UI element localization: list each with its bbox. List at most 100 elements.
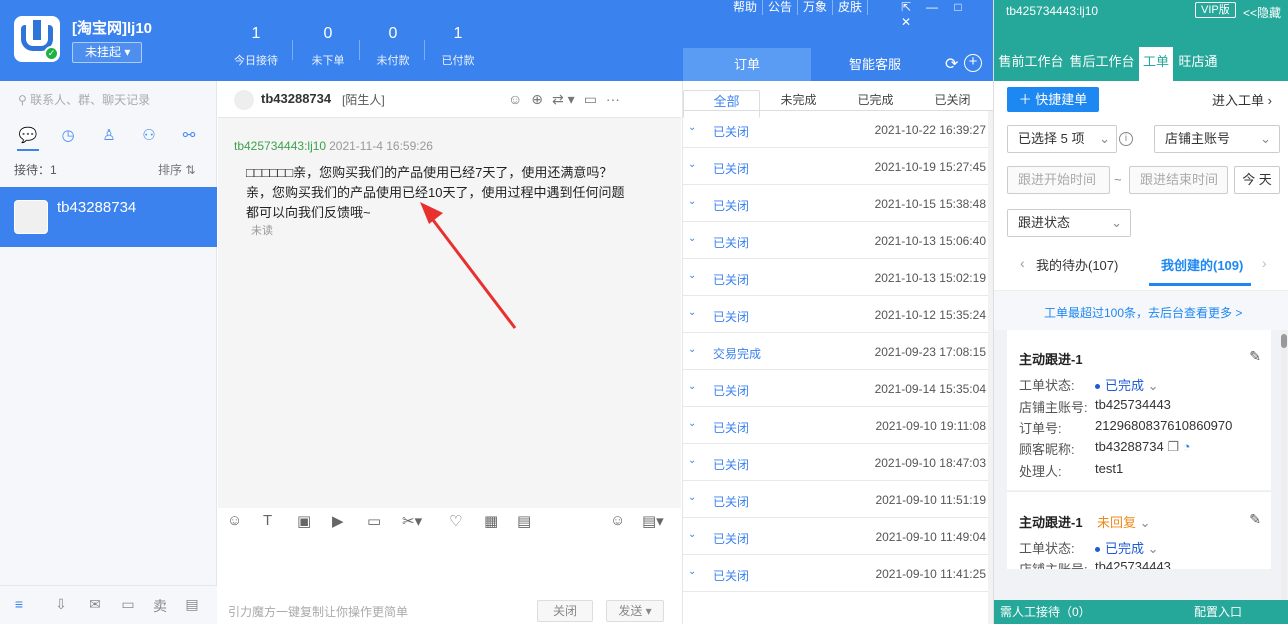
edit-icon[interactable]: ✎	[1249, 348, 1261, 365]
close-button[interactable]: 关闭	[537, 600, 593, 622]
reply-status[interactable]: 未回复 ⌄	[1097, 512, 1151, 531]
scrollbar[interactable]	[1281, 330, 1287, 600]
chevron-down-icon[interactable]: ⌄	[688, 270, 696, 281]
skin-link[interactable]: 皮肤	[833, 0, 869, 15]
emoji-icon[interactable]: ☺	[227, 512, 242, 529]
order-row[interactable]: ⌄ 已关闭 2021-10-19 15:27:45	[683, 148, 988, 185]
scrollbar-thumb[interactable]	[1281, 334, 1287, 348]
tab-presale[interactable]: 售前工作台	[998, 47, 1064, 81]
chevron-right-icon[interactable]: ›	[1262, 255, 1267, 271]
send-button[interactable]: 发送 ▾	[606, 600, 664, 622]
tab-aftersale[interactable]: 售后工作台	[1068, 47, 1136, 81]
order-row[interactable]: ⌄ 已关闭 2021-10-22 16:39:27	[683, 111, 988, 148]
tab-closed[interactable]: 已关闭	[914, 90, 991, 111]
enter-workorder-link[interactable]: 进入工单 ›	[1212, 90, 1272, 109]
chevron-down-icon[interactable]: ⌄	[688, 196, 696, 207]
tab-my-todo[interactable]: 我的待办(107)	[1036, 255, 1118, 274]
org-tree-icon[interactable]: ⚯	[178, 126, 200, 146]
view-more-link[interactable]: 工单最超过100条，去后台查看更多 >	[1044, 304, 1242, 321]
font-icon[interactable]: T	[263, 512, 272, 529]
order-row[interactable]: ⌄ 已关闭 2021-09-14 15:35:04	[683, 370, 988, 407]
tab-unfinished[interactable]: 未完成	[760, 90, 837, 111]
menu-icon[interactable]: ≡	[9, 596, 29, 616]
stat-not-ordered[interactable]: 0 未下单	[296, 25, 360, 68]
wanxiang-link[interactable]: 万象	[798, 0, 834, 15]
today-button[interactable]: 今 天	[1234, 166, 1280, 194]
order-row[interactable]: ⌄ 已关闭 2021-10-13 15:06:40	[683, 222, 988, 259]
tab-orders[interactable]: 订单	[683, 48, 811, 81]
contact-item-active[interactable]: tb43288734	[0, 187, 217, 247]
notice-link[interactable]: 公告	[763, 0, 799, 15]
order-row[interactable]: ⌄ 已关闭 2021-10-12 15:35:24	[683, 296, 988, 333]
chevron-down-icon[interactable]: ⌄	[688, 344, 696, 355]
scissors-icon[interactable]: ✂▾	[402, 512, 422, 530]
chevron-down-icon[interactable]: ⌄	[688, 492, 696, 503]
pin-icon[interactable]: ⇱	[893, 0, 919, 15]
folder-icon[interactable]: ▭	[367, 512, 381, 530]
add-contact-icon[interactable]: ⊕	[531, 91, 543, 108]
transfer-icon[interactable]: ⇄ ▾	[552, 91, 575, 108]
config-entry[interactable]: 配置入口	[1194, 600, 1242, 624]
person-icon[interactable]: ♙	[98, 126, 120, 146]
chat-icon[interactable]: ◔	[1179, 439, 1191, 454]
tab-my-created[interactable]: 我创建的(109)	[1161, 255, 1243, 274]
start-time-input[interactable]: 跟进开始时间	[1007, 166, 1110, 194]
coupon-icon[interactable]: ▤	[517, 512, 531, 530]
tab-workorder[interactable]: 工单	[1139, 47, 1173, 81]
follow-status-dropdown[interactable]: 跟进状态 ⌄	[1007, 209, 1131, 237]
chevron-down-icon[interactable]: ⌄	[688, 455, 696, 466]
group-icon[interactable]: ⚇	[138, 126, 160, 146]
order-row[interactable]: ⌄ 已关闭 2021-09-10 11:41:25	[683, 555, 988, 592]
quick-create-button[interactable]: ＋ 快捷建单	[1007, 87, 1099, 112]
maximize-icon[interactable]: □	[945, 0, 971, 15]
workorder-card[interactable]: 主动跟进-1 未回复 ⌄ ✎ 工单状态: 已完成 ⌄ 店铺主账号: tb4257…	[1007, 491, 1271, 569]
end-time-input[interactable]: 跟进结束时间	[1129, 166, 1228, 194]
stat-unpaid[interactable]: 0 未付款	[361, 25, 425, 68]
heart-icon[interactable]: ♡	[449, 512, 462, 530]
order-row[interactable]: ⌄ 已关闭 2021-09-10 18:47:03	[683, 444, 988, 481]
workorder-card[interactable]: 主动跟进-1 ✎ 工单状态: 已完成 ⌄ 店铺主账号: tb425734443 …	[1007, 330, 1271, 490]
window-icon[interactable]: ▭	[118, 596, 138, 616]
edit-icon[interactable]: ✎	[1249, 511, 1261, 528]
clock-icon[interactable]: ◷	[57, 126, 79, 146]
quick-reply-icon[interactable]: ☺	[610, 512, 625, 529]
manual-queue[interactable]: 需人工接待（0）	[1000, 600, 1091, 624]
contact-search[interactable]: ⚲ 联系人、群、聊天记录	[18, 91, 198, 109]
chevron-down-icon[interactable]: ⌄	[688, 418, 696, 429]
refresh-icon[interactable]: ⟳	[945, 54, 958, 74]
message-input[interactable]	[218, 538, 681, 598]
tip-text[interactable]: 引力魔方一键复制让你操作更简单	[228, 603, 408, 620]
help-link[interactable]: 帮助	[728, 0, 764, 15]
image-icon[interactable]: ▣	[297, 512, 311, 530]
order-row[interactable]: ⌄ 交易完成 2021-09-23 17:08:15	[683, 333, 988, 370]
panel-icon[interactable]: ▤	[182, 596, 202, 616]
sell-icon[interactable]: 卖	[150, 596, 170, 616]
tab-finished[interactable]: 已完成	[837, 90, 914, 111]
status-dropdown[interactable]: 未挂起 ▾	[72, 42, 142, 63]
status-value[interactable]: 已完成 ⌄	[1095, 538, 1159, 557]
order-row[interactable]: ⌄ 已关闭 2021-09-10 19:11:08	[683, 407, 988, 444]
order-row[interactable]: ⌄ 已关闭 2021-09-10 11:51:19	[683, 481, 988, 518]
taobao-logo[interactable]: ✓	[14, 16, 60, 62]
status-value[interactable]: 已完成 ⌄	[1095, 375, 1159, 394]
info-icon[interactable]: i	[1119, 132, 1133, 146]
chevron-down-icon[interactable]: ⌄	[688, 566, 696, 577]
tab-smart-service[interactable]: 智能客服	[811, 48, 939, 81]
chevron-down-icon[interactable]: ⌄	[688, 122, 696, 133]
stat-today-received[interactable]: 1 今日接待	[224, 25, 288, 68]
chevron-down-icon[interactable]: ⌄	[688, 233, 696, 244]
shop-account-dropdown[interactable]: 店铺主账号 ⌄	[1154, 125, 1280, 153]
close-icon[interactable]: ✕	[893, 15, 919, 30]
selected-filter-dropdown[interactable]: 已选择 5 项 ⌄	[1007, 125, 1117, 153]
add-icon[interactable]: +	[964, 54, 982, 72]
hide-button[interactable]: <<隐藏	[1243, 4, 1281, 21]
chevron-left-icon[interactable]: ‹	[1020, 255, 1025, 271]
chat-bubble-icon[interactable]: 💬	[17, 126, 39, 146]
calculator-icon[interactable]: ▦	[484, 512, 498, 530]
chevron-down-icon[interactable]: ⌄	[688, 381, 696, 392]
emoji-chat-icon[interactable]: ☺	[508, 91, 522, 107]
mail-icon[interactable]: ✉	[85, 596, 105, 616]
chevron-down-icon[interactable]: ⌄	[688, 307, 696, 318]
order-row[interactable]: ⌄ 已关闭 2021-10-13 15:02:19	[683, 259, 988, 296]
order-row[interactable]: ⌄ 已关闭 2021-09-10 11:49:04	[683, 518, 988, 555]
